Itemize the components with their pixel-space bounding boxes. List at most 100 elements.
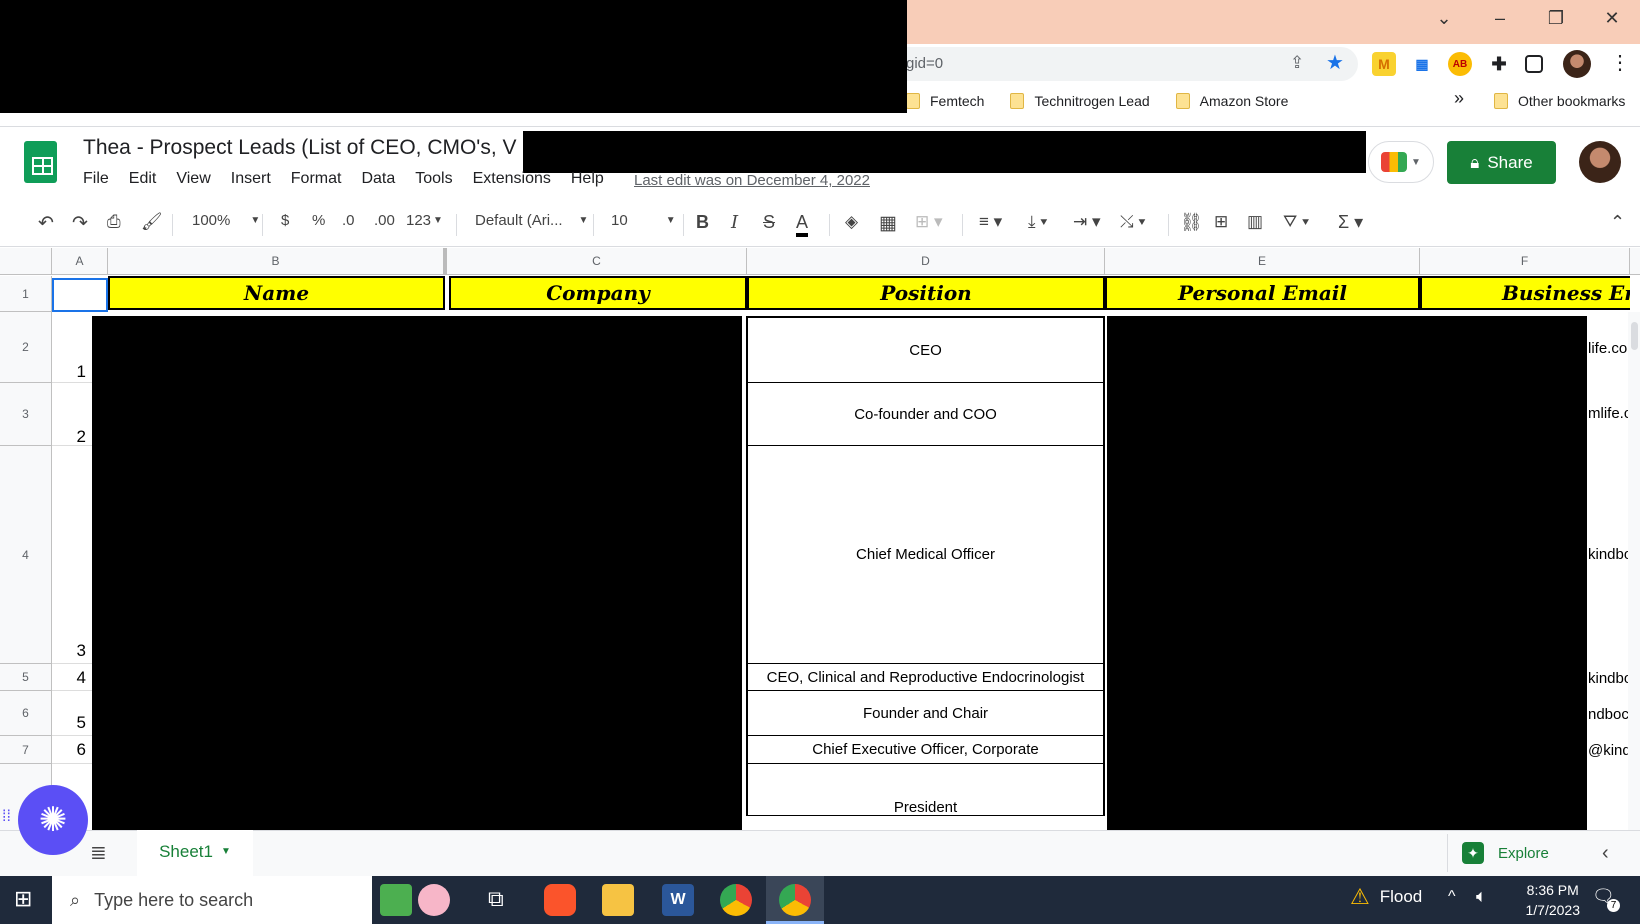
menu-file[interactable]: File <box>83 170 109 188</box>
column-header-d[interactable]: D <box>747 248 1105 275</box>
sheet-tab-sheet1[interactable]: Sheet1 ▼ <box>137 830 253 876</box>
text-color-icon[interactable]: A <box>796 212 809 237</box>
text-wrap-icon[interactable]: ⇥ ▾ <box>1073 212 1101 232</box>
row-number-cell[interactable]: 1 <box>52 312 92 383</box>
menu-data[interactable]: Data <box>361 170 395 188</box>
document-title[interactable]: Thea - Prospect Leads (List of CEO, CMO'… <box>83 136 517 160</box>
sheets-logo-icon[interactable] <box>24 141 57 183</box>
menu-help[interactable]: Help <box>571 170 604 188</box>
share-button[interactable]: 🔒︎ Share <box>1447 141 1556 184</box>
menu-tools[interactable]: Tools <box>415 170 452 188</box>
position-cell[interactable]: CEO <box>746 316 1105 383</box>
bookmark-amazon-store[interactable]: Amazon Store <box>1175 93 1288 109</box>
column-header-b[interactable]: B <box>108 248 447 275</box>
row-header-1[interactable]: 1 <box>0 276 52 312</box>
weather-widget[interactable]: ⚠ Flood <box>1350 884 1422 910</box>
tab-search-icon[interactable]: ⌄ <box>1416 0 1472 36</box>
position-cell[interactable]: Co-founder and COO <box>746 383 1105 446</box>
position-cell[interactable]: President <box>746 764 1105 816</box>
insert-chart-icon[interactable]: ▥ <box>1247 212 1263 232</box>
assistant-fab[interactable]: ✺ <box>18 785 88 855</box>
column-header-c[interactable]: C <box>447 248 747 275</box>
row-number-cell[interactable]: 2 <box>52 383 92 446</box>
fill-color-icon[interactable]: ◈ <box>845 212 858 232</box>
header-company[interactable]: Company <box>449 276 747 310</box>
strikethrough-icon[interactable]: S <box>763 212 775 233</box>
currency-format-button[interactable]: $ <box>281 212 289 229</box>
account-avatar[interactable] <box>1579 141 1621 183</box>
paint-format-icon[interactable]: 🖌︎ <box>141 212 163 232</box>
font-family-select[interactable]: Default (Ari... ▼ <box>475 212 588 229</box>
row-header-4[interactable]: 4 <box>0 446 52 664</box>
business-email-cell[interactable]: @kind <box>1588 742 1628 759</box>
vertical-align-icon[interactable]: ⤓ ▾ <box>1028 212 1047 232</box>
chrome-menu-icon[interactable]: ⋮ <box>1610 50 1630 75</box>
windows-start-icon[interactable]: ⊞ <box>14 886 32 912</box>
volume-icon[interactable]: 🔈︎ <box>1476 886 1487 907</box>
task-view-icon[interactable]: ⧉ <box>488 886 504 912</box>
column-header-a[interactable]: A <box>52 248 108 275</box>
position-cell[interactable]: Founder and Chair <box>746 691 1105 736</box>
address-bar[interactable]: gid=0 <box>880 47 1358 81</box>
insert-link-icon[interactable]: ⛓︎ <box>1180 212 1203 233</box>
bookmark-technitrogen[interactable]: Technitrogen Lead <box>1010 93 1150 109</box>
insert-comment-icon[interactable]: ⊞ <box>1214 212 1228 232</box>
close-icon[interactable]: ✕ <box>1584 0 1640 36</box>
app-blossom-icon[interactable] <box>418 884 450 916</box>
taskbar-search[interactable]: ⌕ Type here to search <box>52 876 372 924</box>
more-bookmarks-button[interactable]: » <box>1454 88 1464 109</box>
business-email-cell[interactable]: mlife.c <box>1588 405 1628 422</box>
increase-decimal-button[interactable]: .00 <box>374 212 395 229</box>
side-panel-icon[interactable] <box>1525 55 1543 73</box>
collapse-toolbar-icon[interactable]: ⌃ <box>1610 212 1625 233</box>
row-header-7[interactable]: 7 <box>0 736 52 764</box>
business-email-cell[interactable]: kindbo <box>1588 670 1628 687</box>
more-formats-select[interactable]: 123 ▼ <box>406 212 443 229</box>
taskbar-clock[interactable]: 8:36 PM 1/7/2023 <box>1526 880 1581 920</box>
row-number-cell[interactable]: 4 <box>52 664 92 691</box>
row-header-2[interactable]: 2 <box>0 312 52 383</box>
row-number-cell[interactable]: 5 <box>52 691 92 736</box>
drag-handle-icon[interactable]: ⁞⁞ <box>2 808 11 826</box>
redo-icon[interactable]: ↷ <box>72 212 88 235</box>
brave-browser-icon[interactable] <box>544 884 576 916</box>
all-sheets-icon[interactable]: ≣ <box>90 840 107 865</box>
explore-button[interactable]: ✦ Explore <box>1447 834 1577 872</box>
zoom-select[interactable]: 100% ▼ <box>192 212 260 229</box>
minimize-icon[interactable]: – <box>1472 0 1528 36</box>
extension-grid-icon[interactable]: ▦ <box>1410 52 1434 76</box>
row-number-cell[interactable]: 6 <box>52 736 92 764</box>
row-header-6[interactable]: 6 <box>0 691 52 736</box>
bold-icon[interactable]: B <box>696 212 709 233</box>
restore-icon[interactable]: ❐ <box>1528 0 1584 36</box>
decrease-decimal-button[interactable]: .0 <box>342 212 355 229</box>
menu-view[interactable]: View <box>176 170 210 188</box>
last-edit-link[interactable]: Last edit was on December 4, 2022 <box>634 172 870 189</box>
row-number-cell[interactable]: 3 <box>52 446 92 664</box>
business-email-cell[interactable]: ndboc <box>1588 706 1628 723</box>
bookmark-femtech[interactable]: Femtech <box>906 93 984 109</box>
file-explorer-icon[interactable] <box>602 884 634 916</box>
align-left-icon[interactable]: ≡ ▾ <box>979 212 1002 232</box>
side-panel-toggle-icon[interactable]: ‹ <box>1602 842 1609 865</box>
extensions-puzzle-icon[interactable]: ✚ <box>1487 52 1511 76</box>
menu-edit[interactable]: Edit <box>129 170 157 188</box>
print-icon[interactable]: ⎙ <box>107 212 121 232</box>
business-email-cell[interactable]: kindbo <box>1588 546 1628 563</box>
column-header-f[interactable]: F <box>1420 248 1630 275</box>
hidden-icons-chevron-icon[interactable]: ^ <box>1448 888 1456 906</box>
functions-icon[interactable]: Σ ▾ <box>1338 212 1363 233</box>
percent-format-button[interactable]: % <box>312 212 325 229</box>
font-size-select[interactable]: 10 ▼ <box>611 212 676 229</box>
italic-icon[interactable]: I <box>731 212 738 233</box>
undo-icon[interactable]: ↶ <box>38 212 54 235</box>
other-bookmarks[interactable]: Other bookmarks <box>1494 86 1625 116</box>
word-icon[interactable]: W <box>662 884 694 916</box>
bookmark-star-icon[interactable]: ★ <box>1326 50 1344 75</box>
chrome-icon[interactable] <box>720 884 752 916</box>
position-cell[interactable]: Chief Executive Officer, Corporate <box>746 736 1105 764</box>
notification-center-icon[interactable]: 🗨︎ 7 <box>1592 886 1620 912</box>
position-cell[interactable]: Chief Medical Officer <box>746 446 1105 664</box>
header-business-email[interactable]: Business Em <box>1420 276 1630 310</box>
profile-avatar[interactable] <box>1563 50 1591 78</box>
